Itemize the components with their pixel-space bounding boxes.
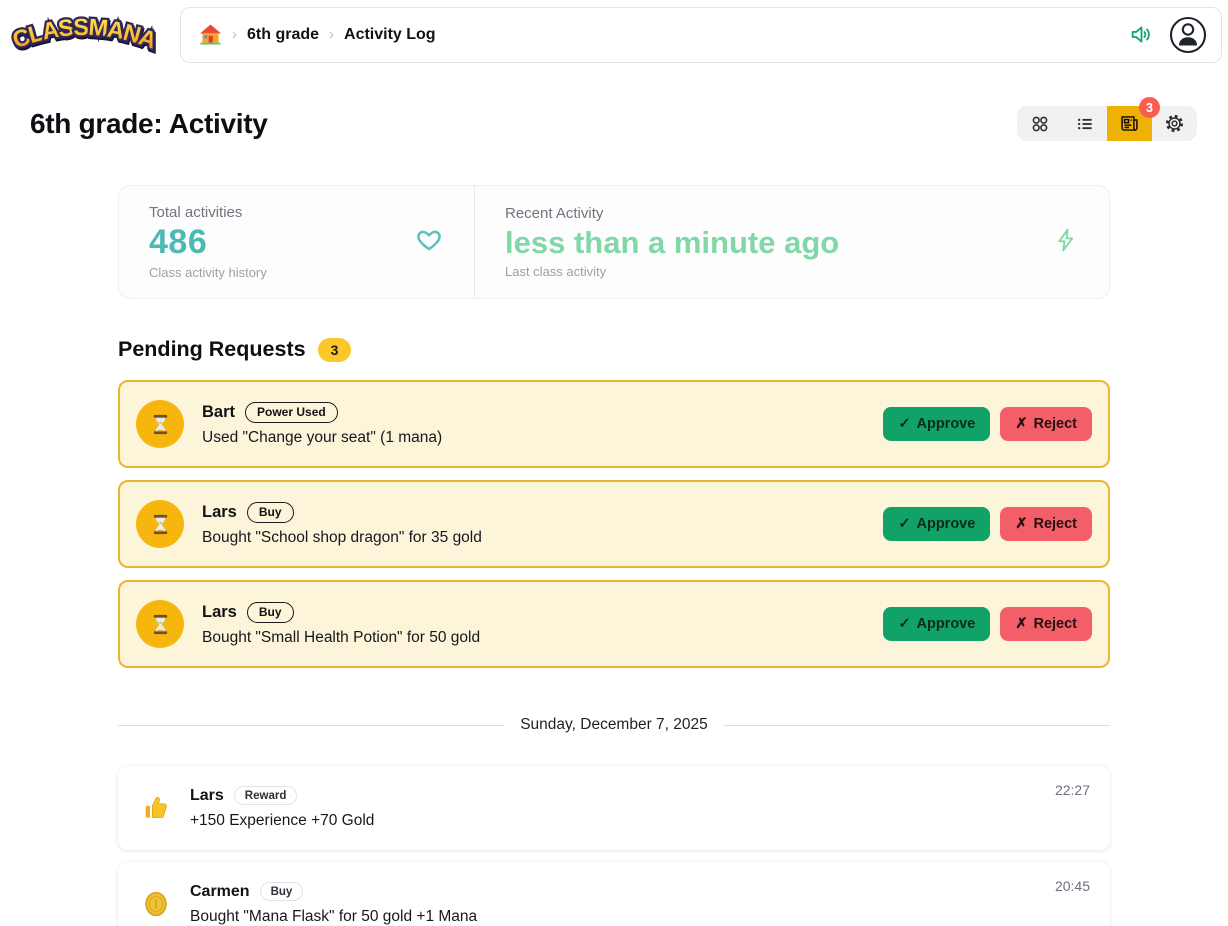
log-time: 22:27 (1055, 782, 1090, 798)
page-title: 6th grade: Activity (30, 108, 268, 140)
stat-sublabel: Last class activity (505, 264, 839, 279)
stats-panel: Total activities 486 Class activity hist… (118, 185, 1110, 299)
log-type-tag: Buy (260, 882, 304, 901)
classmana-logo[interactable]: CLASSMANA (8, 6, 160, 64)
check-icon: ✓ (898, 516, 910, 532)
request-type-tag: Buy (247, 602, 294, 623)
grid-icon (1030, 114, 1050, 134)
log-student-name: Lars (190, 787, 224, 805)
request-student-name: Lars (202, 503, 237, 522)
content: Total activities 486 Class activity hist… (118, 185, 1110, 926)
reject-button[interactable]: ✗ Reject (1000, 607, 1092, 641)
heart-icon (414, 226, 444, 259)
title-row: 6th grade: Activity 3 (0, 106, 1228, 141)
settings-button[interactable] (1152, 106, 1197, 141)
pending-request-card: Bart Power Used Used "Change your seat" … (118, 380, 1110, 468)
stat-label: Total activities (149, 204, 267, 221)
home-icon[interactable] (199, 24, 222, 45)
stat-recent-activity: Recent Activity less than a minute ago L… (475, 186, 1109, 298)
lightning-icon (1053, 226, 1079, 259)
svg-text:CLASSMANA: CLASSMANA (9, 13, 160, 53)
request-description: Bought "School shop dragon" for 35 gold (202, 529, 865, 547)
date-divider: Sunday, December 7, 2025 (118, 716, 1110, 734)
profile-avatar[interactable] (1169, 16, 1207, 54)
request-type-tag: Power Used (245, 402, 338, 423)
log-student-name: Carmen (190, 883, 250, 901)
breadcrumb-item-activity-log[interactable]: Activity Log (344, 26, 436, 44)
hourglass-icon (136, 400, 184, 448)
log-description: +150 Experience +70 Gold (190, 812, 1090, 830)
request-student-name: Lars (202, 603, 237, 622)
hourglass-icon (136, 600, 184, 648)
log-time: 20:45 (1055, 878, 1090, 894)
activity-log-entry: Lars Reward +150 Experience +70 Gold 22:… (118, 766, 1110, 850)
request-description: Used "Change your seat" (1 mana) (202, 429, 865, 447)
pending-request-card: Lars Buy Bought "Small Health Potion" fo… (118, 580, 1110, 668)
approve-button[interactable]: ✓ Approve (883, 507, 990, 541)
request-type-tag: Buy (247, 502, 294, 523)
date-header: Sunday, December 7, 2025 (520, 716, 708, 734)
stat-sublabel: Class activity history (149, 265, 267, 280)
cross-icon: ✗ (1015, 416, 1027, 432)
stat-label: Recent Activity (505, 205, 839, 222)
header-actions (1128, 16, 1207, 54)
pending-requests-header: Pending Requests 3 (118, 337, 1110, 362)
log-description: Bought "Mana Flask" for 50 gold +1 Mana (190, 908, 1090, 926)
classmana-logo-art: CLASSMANA (8, 6, 160, 64)
request-student-name: Bart (202, 403, 235, 422)
newspaper-icon (1119, 113, 1140, 134)
reject-button[interactable]: ✗ Reject (1000, 507, 1092, 541)
header-bar: › 6th grade › Activity Log (180, 7, 1222, 63)
pending-count-badge: 3 (318, 338, 352, 362)
breadcrumb-item-grade[interactable]: 6th grade (247, 26, 319, 44)
activity-log-button[interactable]: 3 (1107, 106, 1152, 141)
pending-requests-section: Pending Requests 3 Bart Power Used Use (118, 337, 1110, 668)
cross-icon: ✗ (1015, 616, 1027, 632)
top-bar: CLASSMANA › 6th grade › Activity Log (0, 0, 1228, 64)
pending-request-card: Lars Buy Bought "School shop dragon" for… (118, 480, 1110, 568)
breadcrumb-separator: › (232, 26, 237, 43)
check-icon: ✓ (898, 416, 910, 432)
gear-icon (1164, 113, 1185, 134)
activity-log-entry: Carmen Buy Bought "Mana Flask" for 50 go… (118, 862, 1110, 926)
coin-icon (138, 890, 174, 918)
breadcrumb-separator: › (329, 26, 334, 43)
cross-icon: ✗ (1015, 516, 1027, 532)
list-icon (1075, 114, 1095, 134)
approve-button[interactable]: ✓ Approve (883, 607, 990, 641)
stat-total-activities: Total activities 486 Class activity hist… (119, 186, 474, 298)
log-type-tag: Reward (234, 786, 298, 805)
stat-value: 486 (149, 224, 267, 261)
breadcrumb: › 6th grade › Activity Log (199, 24, 436, 45)
sound-icon[interactable] (1128, 22, 1155, 47)
request-description: Bought "Small Health Potion" for 50 gold (202, 629, 865, 647)
reject-button[interactable]: ✗ Reject (1000, 407, 1092, 441)
pending-requests-title: Pending Requests (118, 337, 306, 362)
hourglass-icon (136, 500, 184, 548)
grid-view-button[interactable] (1017, 106, 1062, 141)
view-toolbar: 3 (1017, 106, 1197, 141)
check-icon: ✓ (898, 616, 910, 632)
list-view-button[interactable] (1062, 106, 1107, 141)
thumbs-up-icon (138, 794, 174, 822)
approve-button[interactable]: ✓ Approve (883, 407, 990, 441)
stat-value: less than a minute ago (505, 225, 839, 261)
